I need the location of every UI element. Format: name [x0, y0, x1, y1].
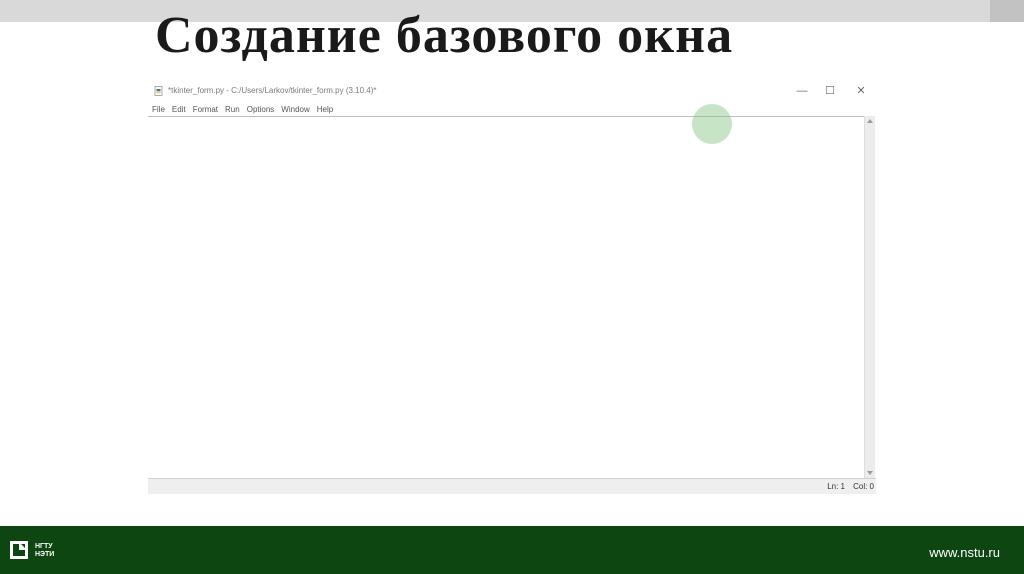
slide-footer: НГТУ НЭТИ www.nstu.ru	[0, 526, 1024, 574]
nstu-logo-icon	[10, 541, 28, 559]
status-bar: Ln: 1 Col: 0	[148, 478, 876, 494]
maximize-icon[interactable]: ☐	[820, 83, 840, 99]
top-decor-tab	[990, 0, 1024, 22]
minimize-icon[interactable]: —	[792, 83, 812, 99]
scroll-up-arrow-icon[interactable]	[867, 119, 873, 123]
mouse-cursor-highlight	[692, 104, 732, 144]
menu-window[interactable]: Window	[281, 105, 309, 114]
python-file-icon	[154, 86, 163, 96]
site-url: www.nstu.ru	[929, 545, 1000, 560]
nstu-logo: НГТУ НЭТИ	[10, 541, 66, 561]
menu-file[interactable]: File	[152, 105, 165, 114]
window-titlebar[interactable]: *tkinter_form.py - C:/Users/Larkov/tkint…	[148, 80, 876, 102]
menu-options[interactable]: Options	[247, 105, 275, 114]
logo-text-line-1: НГТУ	[35, 543, 53, 550]
close-icon[interactable]: ✕	[851, 83, 871, 99]
slide-title: Создание базового окна	[155, 7, 734, 64]
window-title: *tkinter_form.py - C:/Users/Larkov/tkint…	[168, 86, 377, 95]
logo-text-line-2: НЭТИ	[35, 551, 55, 558]
idle-editor-window: *tkinter_form.py - C:/Users/Larkov/tkint…	[148, 80, 876, 494]
status-column: Col: 0	[853, 482, 874, 491]
vertical-scrollbar[interactable]	[864, 116, 875, 478]
menu-run[interactable]: Run	[225, 105, 240, 114]
menu-help[interactable]: Help	[317, 105, 333, 114]
code-editor[interactable]	[148, 117, 864, 478]
menu-edit[interactable]: Edit	[172, 105, 186, 114]
menu-bar: File Edit Format Run Options Window Help	[148, 102, 876, 116]
scroll-down-arrow-icon[interactable]	[867, 471, 873, 475]
menu-format[interactable]: Format	[193, 105, 218, 114]
logo-text: НГТУ НЭТИ	[35, 543, 54, 559]
status-line: Ln: 1	[827, 482, 845, 491]
